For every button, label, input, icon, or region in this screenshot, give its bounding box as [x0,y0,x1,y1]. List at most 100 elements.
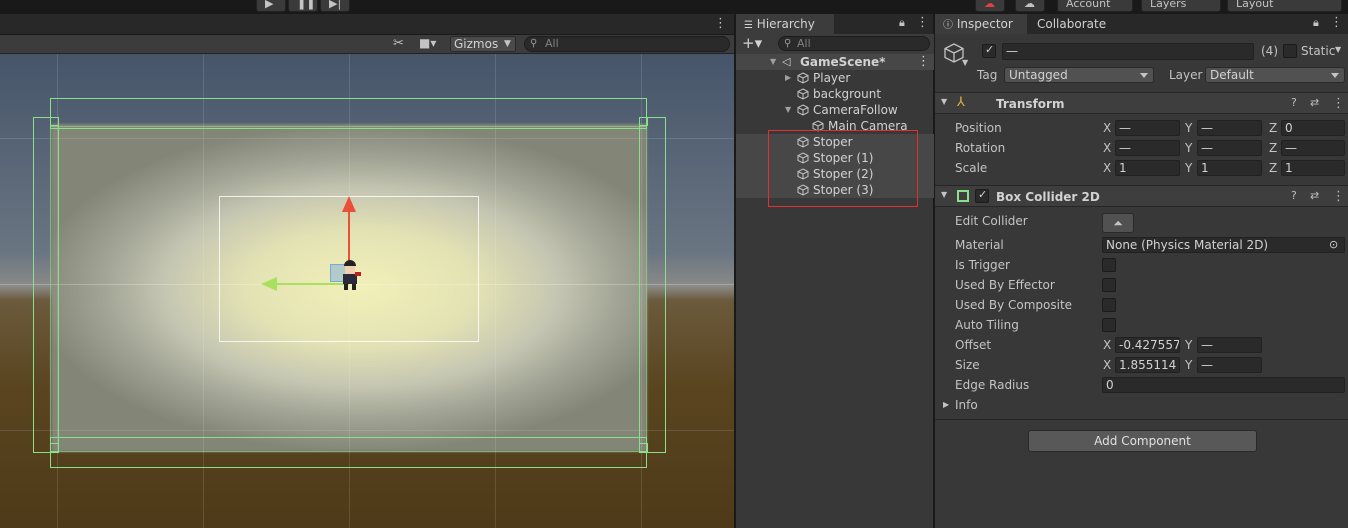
object-name-input[interactable]: — [1002,43,1254,60]
expand-arrow-icon[interactable]: ▼ [770,54,776,70]
position-z-field[interactable]: 0 [1281,120,1345,136]
tag-dropdown[interactable]: Untagged [1004,67,1154,83]
more-options-icon[interactable]: ⋮ [916,15,929,30]
offset-y-field[interactable]: — [1197,337,1262,353]
offset-label: Offset [955,338,992,352]
collider-handle[interactable] [50,443,59,452]
axis-y-label[interactable]: Y [1185,357,1192,373]
collider-handle[interactable] [639,117,648,126]
more-options-icon[interactable]: ⋮ [1332,96,1345,111]
list-item[interactable]: ▶ Player [736,70,934,86]
help-icon[interactable]: ? [1291,189,1297,202]
chevron-down-icon[interactable]: ▼ [1335,45,1341,54]
services-button[interactable]: ☁ [1015,0,1045,12]
layers-dropdown[interactable]: Layers [1141,0,1221,12]
item-label: CameraFollow [813,103,898,117]
camera-icon[interactable]: ■▾ [419,36,436,50]
object-picker-icon[interactable]: ⊙ [1329,238,1338,252]
pause-button[interactable]: ❚❚ [288,0,318,12]
scene-search-input[interactable]: ⚲ All [524,36,730,52]
tab-inspector[interactable]: ⓘ Inspector [935,14,1027,34]
chevron-down-icon[interactable]: ▼ [962,58,968,67]
used-by-composite-checkbox[interactable] [1102,298,1116,312]
material-object-field[interactable]: None (Physics Material 2D) ⊙ [1102,237,1345,253]
axis-z-label[interactable]: Z [1269,160,1277,176]
axis-x-label[interactable]: X [1103,160,1111,176]
list-item[interactable]: ▼ CameraFollow [736,102,934,118]
scale-y-field[interactable]: 1 [1197,160,1262,176]
presets-icon[interactable]: ⇄ [1310,96,1319,109]
lock-icon[interactable]: 🔒︎ [1313,16,1319,30]
axis-z-label[interactable]: Z [1269,120,1277,136]
size-x-field[interactable]: 1.855114 [1115,357,1180,373]
tab-hierarchy[interactable]: ☰ Hierarchy [736,14,834,34]
position-x-field[interactable]: — [1115,120,1180,136]
is-trigger-checkbox[interactable] [1102,258,1116,272]
axis-y-label[interactable]: Y [1185,160,1192,176]
edit-collider-button[interactable]: ⏶ [1102,213,1134,233]
axis-y-label[interactable]: Y [1185,120,1192,136]
rotation-z-field[interactable]: — [1281,140,1345,156]
more-options-icon[interactable]: ⋮ [1332,189,1345,204]
step-button[interactable]: ▶| [320,0,350,12]
box-collider-header[interactable]: ▼ ✓ Box Collider 2D ? ⇄ ⋮ [935,185,1348,207]
help-icon[interactable]: ? [1291,96,1297,109]
unity-scene-icon: ◁ [782,55,791,68]
static-checkbox[interactable] [1283,44,1297,58]
move-gizmo-x-arrow[interactable] [261,277,277,291]
scale-x-field[interactable]: 1 [1115,160,1180,176]
size-y-field[interactable]: — [1197,357,1262,373]
layout-dropdown[interactable]: Layout [1227,0,1342,12]
position-y-field[interactable]: — [1197,120,1262,136]
axis-z-label[interactable]: Z [1269,140,1277,156]
transform-header[interactable]: ▼ ⅄ Transform ? ⇄ ⋮ [935,92,1348,114]
scale-z-field[interactable]: 1 [1281,160,1345,176]
axis-y-label[interactable]: Y [1185,337,1192,353]
collider-handle[interactable] [50,117,59,126]
add-component-button[interactable]: Add Component [1028,430,1257,452]
annotation-highlight-box [768,130,918,207]
list-item[interactable]: backgrount [736,86,934,102]
scene-root-item[interactable]: ▼ ◁ GameScene* ⋮ [736,54,934,70]
axis-y-label[interactable]: Y [1185,140,1192,156]
hierarchy-search-input[interactable]: ⚲ All [778,36,930,51]
offset-x-field[interactable]: -0.427557 [1115,337,1180,353]
more-options-icon[interactable]: ⋮ [917,54,930,70]
static-label: Static [1301,44,1336,58]
expand-arrow-icon[interactable]: ▼ [785,102,791,118]
gizmos-dropdown[interactable]: Gizmos ▼ [450,36,516,52]
tab-collaborate[interactable]: Collaborate [1029,14,1125,34]
active-checkbox[interactable]: ✓ [982,43,996,58]
more-options-icon[interactable]: ⋮ [1330,15,1343,30]
field-value: — [1119,121,1131,135]
rotation-x-field[interactable]: — [1115,140,1180,156]
edge-radius-field[interactable]: 0 [1102,377,1345,393]
expand-arrow-icon[interactable]: ▶ [785,70,791,86]
component-enabled-checkbox[interactable]: ✓ [975,188,989,203]
scene-viewport[interactable] [0,54,734,528]
tools-icon[interactable]: ✂ [393,36,404,51]
collab-button[interactable]: ☁ [975,0,1005,12]
layer-dropdown[interactable]: Default [1205,67,1345,83]
collapse-arrow-icon[interactable]: ▼ [941,190,947,199]
used-by-effector-checkbox[interactable] [1102,278,1116,292]
move-gizmo-y-arrow[interactable] [342,196,356,212]
add-icon[interactable]: +▾ [742,34,762,52]
collapse-arrow-icon[interactable]: ▼ [941,97,947,106]
play-button[interactable]: ▶ [256,0,286,12]
collider-handle[interactable] [639,443,648,452]
more-options-icon[interactable]: ⋮ [714,16,727,31]
presets-icon[interactable]: ⇄ [1310,189,1319,202]
tab-hierarchy-label: Hierarchy [756,17,815,31]
info-foldout[interactable]: ▶ Info [935,395,1348,415]
lock-icon[interactable]: 🔒︎ [899,16,905,30]
axis-x-label[interactable]: X [1103,140,1111,156]
axis-x-label[interactable]: X [1103,337,1111,353]
auto-tiling-checkbox[interactable] [1102,318,1116,332]
expand-arrow-icon[interactable]: ▶ [943,395,949,415]
account-dropdown[interactable]: Account [1057,0,1133,12]
rotation-y-field[interactable]: — [1197,140,1262,156]
axis-x-label[interactable]: X [1103,120,1111,136]
move-gizmo-x-axis[interactable] [276,283,349,285]
axis-x-label[interactable]: X [1103,357,1111,373]
